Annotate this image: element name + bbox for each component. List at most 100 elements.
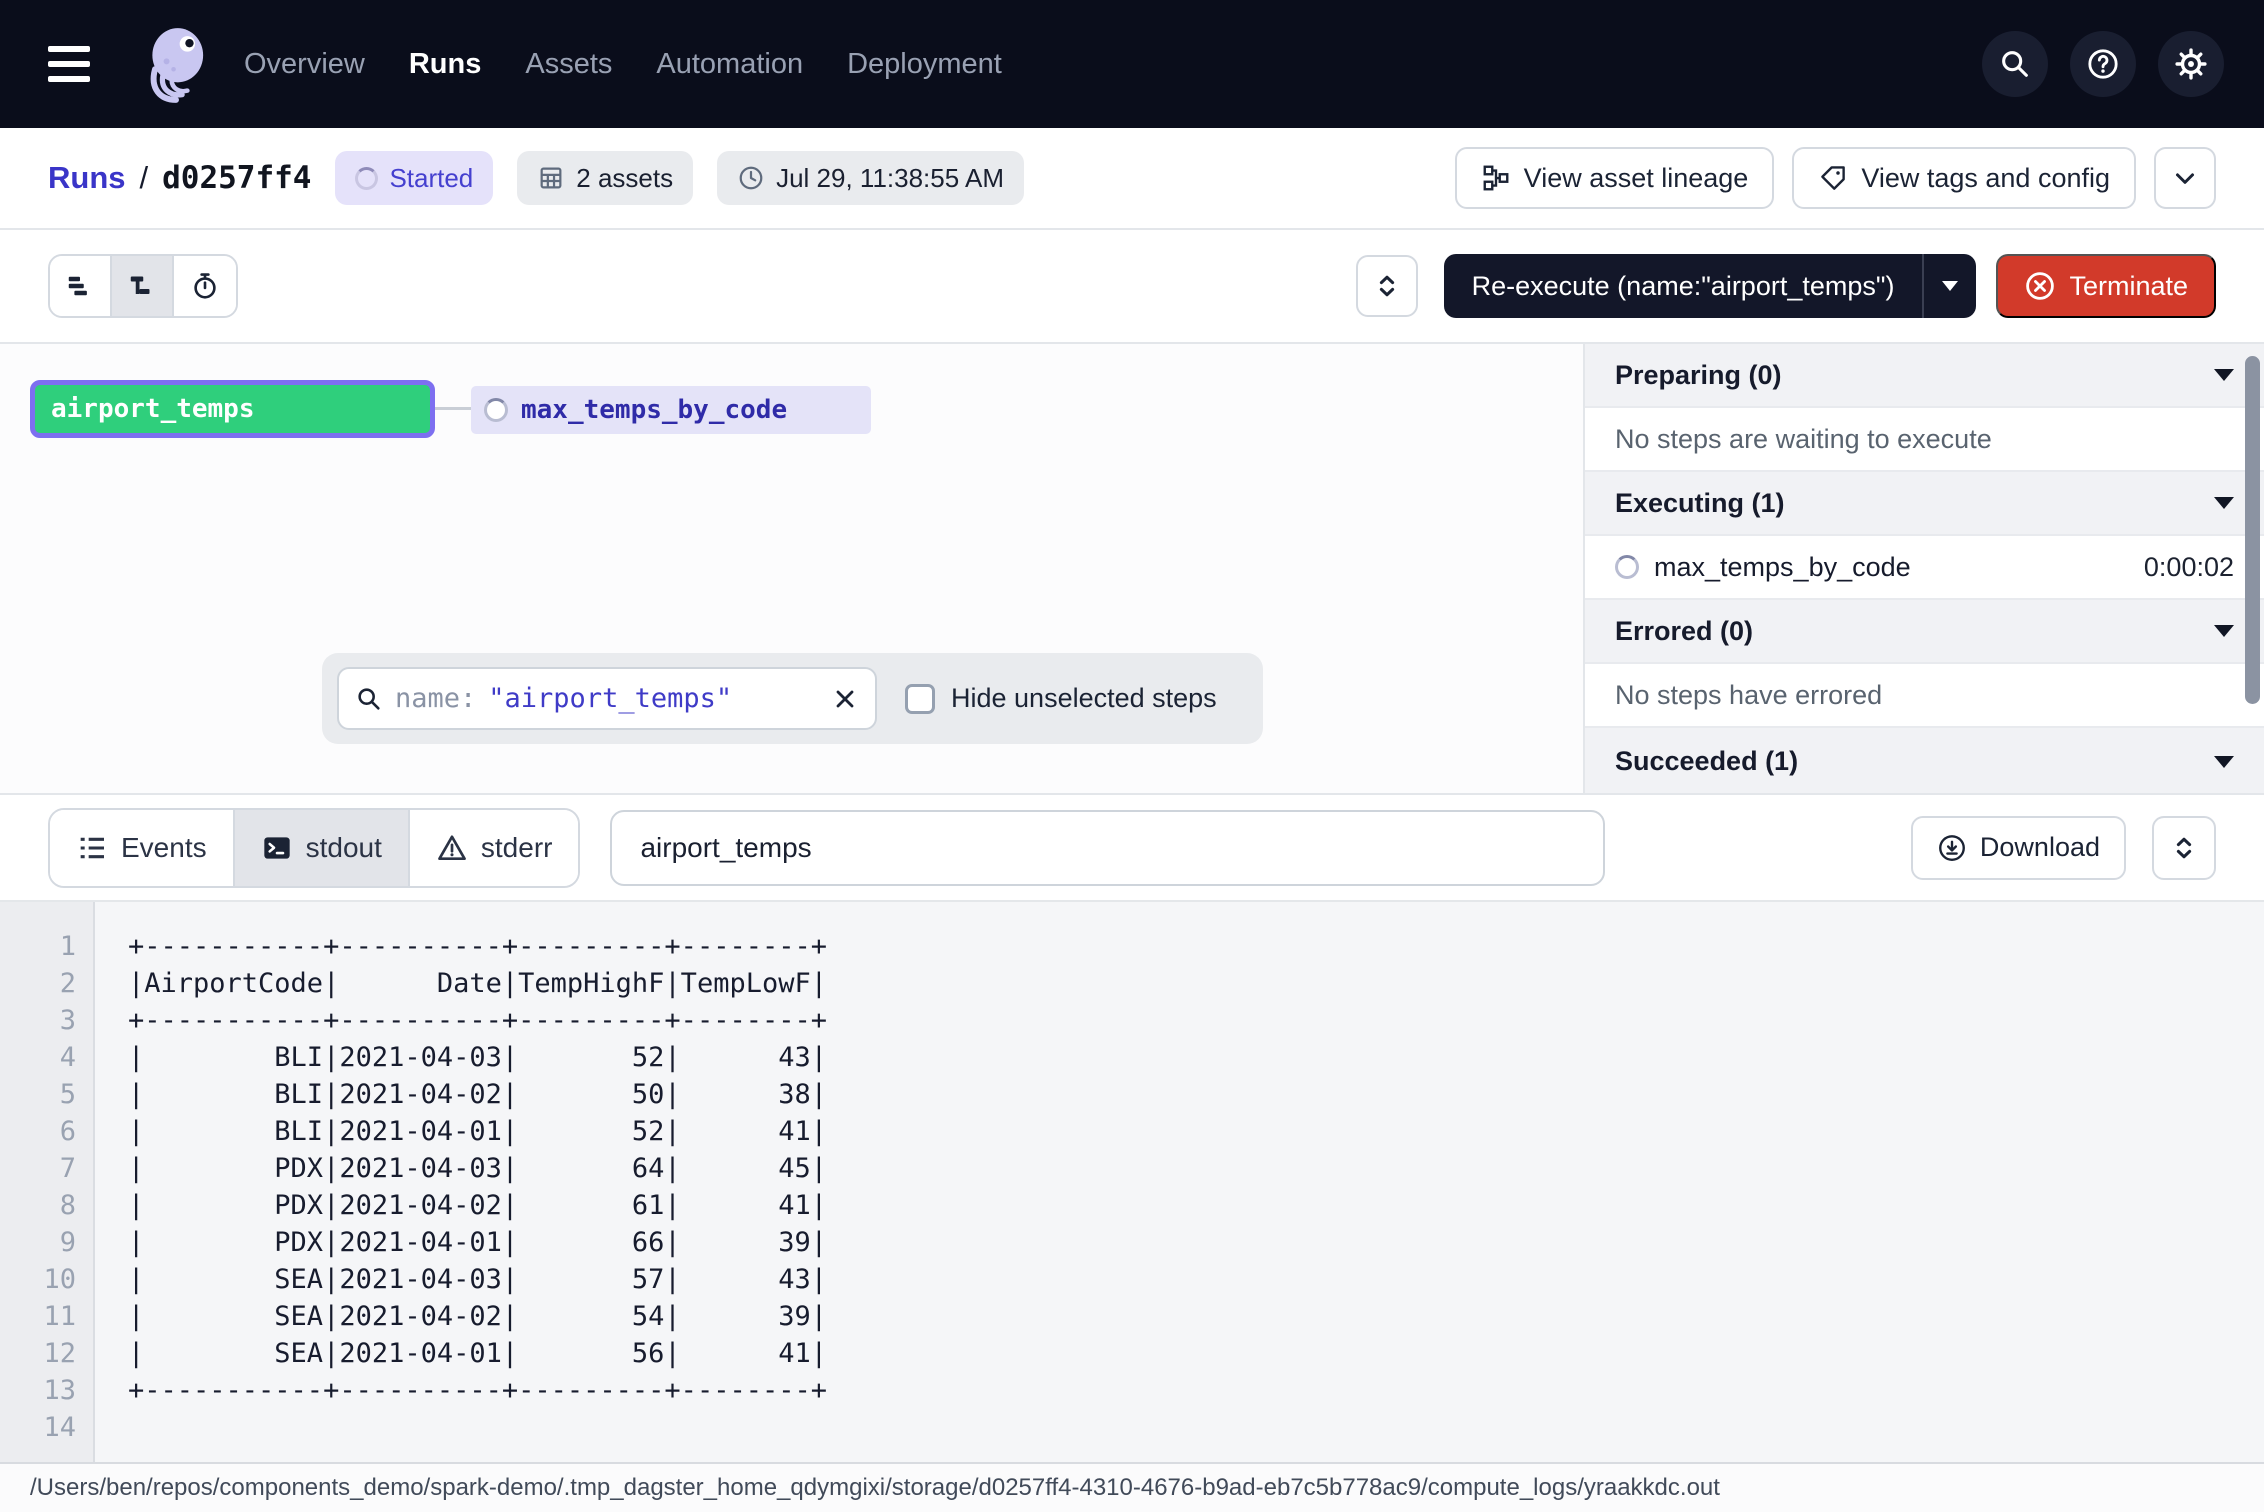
step-status-panel: Preparing (0) No steps are waiting to ex… (1583, 344, 2264, 793)
zoom-fit-button[interactable] (1356, 255, 1418, 317)
grid-icon (537, 164, 565, 192)
log-line: | PDX|2021-04-03| 64| 45| (128, 1150, 827, 1187)
spinner-icon (355, 167, 378, 190)
search-icon (1998, 47, 2032, 81)
log-line: | BLI|2021-04-01| 52| 41| (128, 1113, 827, 1150)
log-file-path: /Users/ben/repos/components_demo/spark-d… (30, 1474, 1720, 1502)
download-button[interactable]: Download (1911, 816, 2126, 880)
terminal-icon (261, 832, 293, 864)
run-gantt-area: airport_temps max_temps_by_code name: "a… (0, 344, 2264, 795)
reexecute-button[interactable]: Re-execute (name:"airport_temps") (1444, 254, 1923, 318)
run-header: Runs / d0257ff4 Started 2 assets Jul 29,… (0, 128, 2264, 230)
spinner-icon (484, 398, 508, 422)
executing-step-row[interactable]: max_temps_by_code 0:00:02 (1585, 536, 2264, 600)
panel-empty-message: No steps are waiting to execute (1585, 408, 2264, 472)
step-filter-input[interactable]: name: "airport_temps" (337, 667, 877, 730)
gear-icon (2174, 47, 2208, 81)
search-button[interactable] (1982, 31, 2048, 97)
clock-icon (737, 164, 765, 192)
caret-down-icon (1942, 281, 1958, 291)
flat-gantt-view-button[interactable] (50, 256, 112, 316)
hamburger-menu-icon[interactable] (48, 32, 112, 96)
top-nav: Overview Runs Assets Automation Deployme… (0, 0, 2264, 128)
waterfall-gantt-view-button[interactable] (112, 256, 174, 316)
caret-down-icon (2214, 497, 2234, 509)
clear-filter-icon[interactable] (831, 685, 859, 713)
log-line: | BLI|2021-04-02| 50| 38| (128, 1076, 827, 1113)
log-line: | PDX|2021-04-01| 66| 39| (128, 1224, 827, 1261)
filter-prefix: name: (395, 683, 476, 714)
hide-unselected-label: Hide unselected steps (951, 683, 1217, 714)
tab-stderr[interactable]: stderr (410, 810, 579, 886)
breadcrumb-runs-link[interactable]: Runs (48, 160, 126, 196)
line-number-gutter: 123 456 789 101112 1314 (0, 902, 95, 1462)
log-step-filter-input[interactable] (610, 810, 1605, 886)
expand-collapse-icon (1372, 271, 1402, 301)
timer-view-button[interactable] (174, 256, 236, 316)
step-node-airport-temps[interactable]: airport_temps (30, 380, 435, 438)
download-icon (1937, 833, 1967, 863)
waterfall-gantt-icon (127, 271, 157, 301)
dagster-logo[interactable] (134, 22, 218, 106)
run-id: d0257ff4 (162, 160, 311, 196)
graph-edge (435, 407, 471, 410)
log-content: +-----------+----------+---------+------… (95, 902, 827, 1462)
nav-item-deployment[interactable]: Deployment (847, 48, 1002, 81)
log-line: +-----------+----------+---------+------… (128, 928, 827, 965)
panel-section-preparing[interactable]: Preparing (0) (1585, 344, 2264, 408)
help-icon (2086, 47, 2120, 81)
step-graph: airport_temps max_temps_by_code name: "a… (0, 344, 1583, 793)
step-node-max-temps-by-code[interactable]: max_temps_by_code (471, 386, 871, 434)
lineage-icon (1481, 163, 1511, 193)
chevron-down-icon (2170, 163, 2200, 193)
list-icon (76, 832, 108, 864)
log-line: | SEA|2021-04-01| 56| 41| (128, 1335, 827, 1372)
run-toolbar: Re-execute (name:"airport_temps") Termin… (0, 230, 2264, 344)
panel-section-executing[interactable]: Executing (1) (1585, 472, 2264, 536)
panel-scrollbar[interactable] (2245, 356, 2260, 704)
status-badge: Started (335, 151, 493, 205)
warning-icon (436, 832, 468, 864)
header-more-button[interactable] (2154, 147, 2216, 209)
cancel-circle-icon (2024, 270, 2056, 302)
terminate-button[interactable]: Terminate (1996, 254, 2216, 318)
log-line: | SEA|2021-04-02| 54| 39| (128, 1298, 827, 1335)
assets-badge[interactable]: 2 assets (517, 151, 693, 205)
tag-icon (1818, 163, 1848, 193)
nav-item-runs[interactable]: Runs (409, 48, 482, 81)
timestamp-badge: Jul 29, 11:38:55 AM (717, 151, 1024, 205)
tab-events[interactable]: Events (50, 810, 235, 886)
nav-item-assets[interactable]: Assets (525, 48, 612, 81)
elapsed-time: 0:00:02 (2144, 552, 2234, 583)
panel-section-errored[interactable]: Errored (0) (1585, 600, 2264, 664)
reexecute-dropdown-button[interactable] (1922, 254, 1976, 318)
stdout-log-viewer[interactable]: 123 456 789 101112 1314 +-----------+---… (0, 900, 2264, 1462)
view-tags-config-button[interactable]: View tags and config (1792, 147, 2136, 209)
log-file-path-bar: /Users/ben/repos/components_demo/spark-d… (0, 1462, 2264, 1512)
caret-down-icon (2214, 756, 2234, 768)
tab-stdout[interactable]: stdout (235, 810, 410, 886)
search-icon (355, 685, 383, 713)
breadcrumb-separator: / (140, 160, 149, 196)
log-tabs: Events stdout stderr (48, 808, 580, 888)
view-asset-lineage-button[interactable]: View asset lineage (1455, 147, 1775, 209)
stopwatch-icon (190, 271, 220, 301)
panel-empty-message: No steps have errored (1585, 664, 2264, 728)
view-mode-switcher (48, 254, 238, 318)
log-line: | PDX|2021-04-02| 61| 41| (128, 1187, 827, 1224)
log-toolbar: Events stdout stderr (0, 795, 2264, 900)
flat-gantt-icon (65, 271, 95, 301)
log-expand-button[interactable] (2152, 816, 2216, 880)
settings-button[interactable] (2158, 31, 2224, 97)
log-line: | SEA|2021-04-03| 57| 43| (128, 1261, 827, 1298)
filter-query: "airport_temps" (488, 683, 732, 714)
nav-item-automation[interactable]: Automation (656, 48, 803, 81)
nav-links: Overview Runs Assets Automation Deployme… (244, 48, 1002, 81)
help-button[interactable] (2070, 31, 2136, 97)
step-filter-bar: name: "airport_temps" Hide unselected st… (322, 653, 1263, 744)
nav-item-overview[interactable]: Overview (244, 48, 365, 81)
hide-unselected-checkbox[interactable] (905, 684, 935, 714)
panel-section-succeeded[interactable]: Succeeded (1) (1585, 728, 2264, 793)
log-line: |AirportCode| Date|TempHighF|TempLowF| (128, 965, 827, 1002)
caret-down-icon (2214, 369, 2234, 381)
